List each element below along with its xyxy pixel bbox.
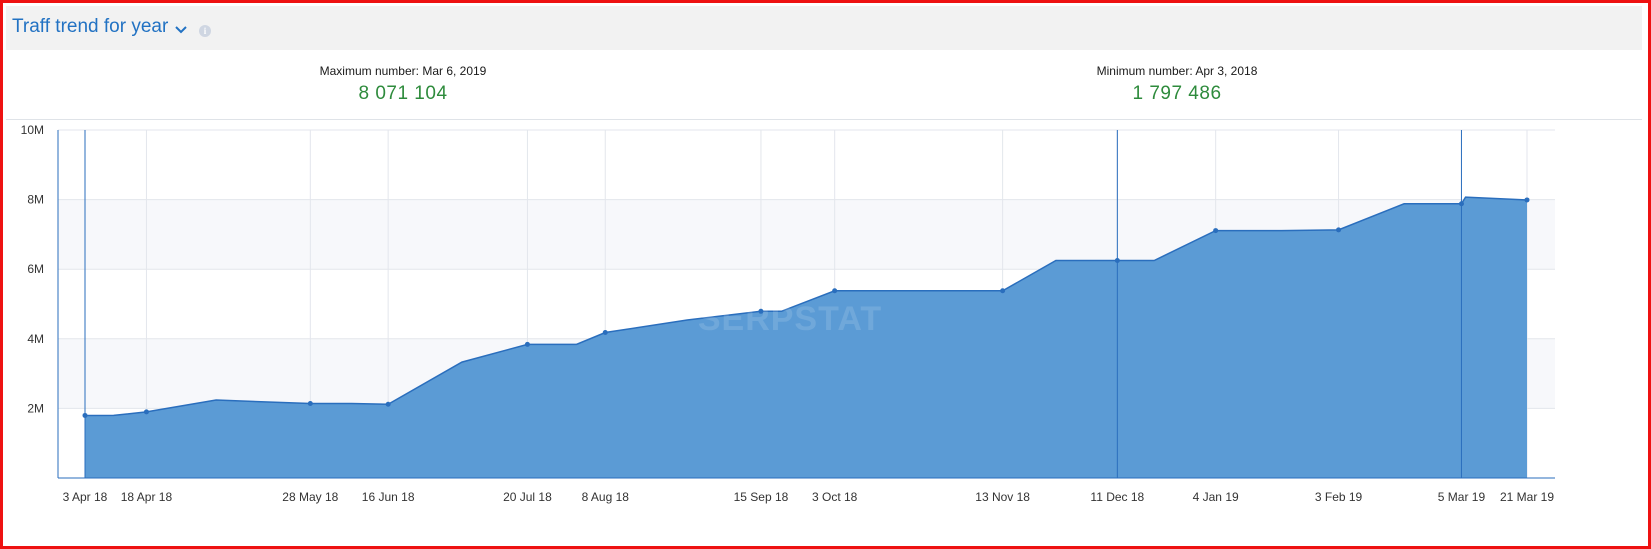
min-stat: Minimum number: Apr 3, 2018 1 797 486: [977, 64, 1377, 105]
x-tick-label: 16 Jun 18: [362, 490, 415, 504]
x-tick-label: 18 Apr 18: [121, 490, 173, 504]
data-point: [1458, 201, 1464, 207]
x-tick-label: 5 Mar 19: [1438, 490, 1486, 504]
x-tick-label: 20 Jul 18: [503, 490, 552, 504]
y-tick-label: 2M: [27, 401, 44, 415]
max-value: 8 071 104: [358, 83, 448, 104]
data-point: [1213, 228, 1219, 234]
data-point: [385, 401, 391, 407]
y-tick-label: 6M: [27, 262, 44, 276]
panel-header: Traff trend for year i: [6, 6, 1642, 50]
x-tick-label: 28 May 18: [282, 490, 338, 504]
data-point: [832, 288, 838, 294]
x-tick-label: 4 Jan 19: [1193, 490, 1239, 504]
x-tick-label: 3 Feb 19: [1315, 490, 1363, 504]
y-tick-label: 10M: [21, 123, 44, 137]
data-point: [602, 330, 608, 336]
data-point: [82, 412, 88, 418]
min-label: Minimum number: Apr 3, 2018: [1096, 64, 1258, 78]
panel-title[interactable]: Traff trend for year: [12, 16, 168, 38]
data-point: [143, 409, 149, 415]
max-stat: Maximum number: Mar 6, 2019 8 071 104: [203, 64, 603, 105]
info-icon[interactable]: i: [199, 25, 211, 37]
y-tick-label: 8M: [27, 193, 44, 207]
min-value: 1 797 486: [1132, 83, 1222, 104]
data-point: [758, 308, 764, 314]
x-tick-label: 3 Oct 18: [812, 490, 858, 504]
traffic-area-chart: SERPSTAT 2M 4M 6M 8M 10M 3 Apr 18 18 Apr 18 28 M…: [21, 123, 1555, 504]
x-tick-label: 3 Apr 18: [63, 490, 108, 504]
y-tick-label: 4M: [27, 332, 44, 346]
stats-bar: Maximum number: Mar 6, 2019 8 071 104 Mi…: [6, 50, 1642, 120]
x-tick-label: 13 Nov 18: [975, 490, 1030, 504]
x-tick-label: 8 Aug 18: [582, 490, 630, 504]
x-tick-label: 21 Mar 19: [1500, 490, 1554, 504]
watermark-text: SERPSTAT: [698, 300, 882, 338]
data-point: [1114, 258, 1120, 263]
chevron-down-icon[interactable]: [172, 20, 190, 38]
max-label: Maximum number: Mar 6, 2019: [319, 64, 487, 78]
data-point: [1000, 288, 1006, 294]
data-point: [1524, 197, 1530, 203]
x-tick-label: 15 Sep 18: [734, 490, 789, 504]
title-dropdown[interactable]: Traff trend for year: [12, 16, 190, 38]
data-point: [307, 401, 313, 407]
data-point: [524, 341, 530, 347]
x-tick-label: 11 Dec 18: [1090, 490, 1144, 504]
data-point: [1336, 227, 1342, 233]
